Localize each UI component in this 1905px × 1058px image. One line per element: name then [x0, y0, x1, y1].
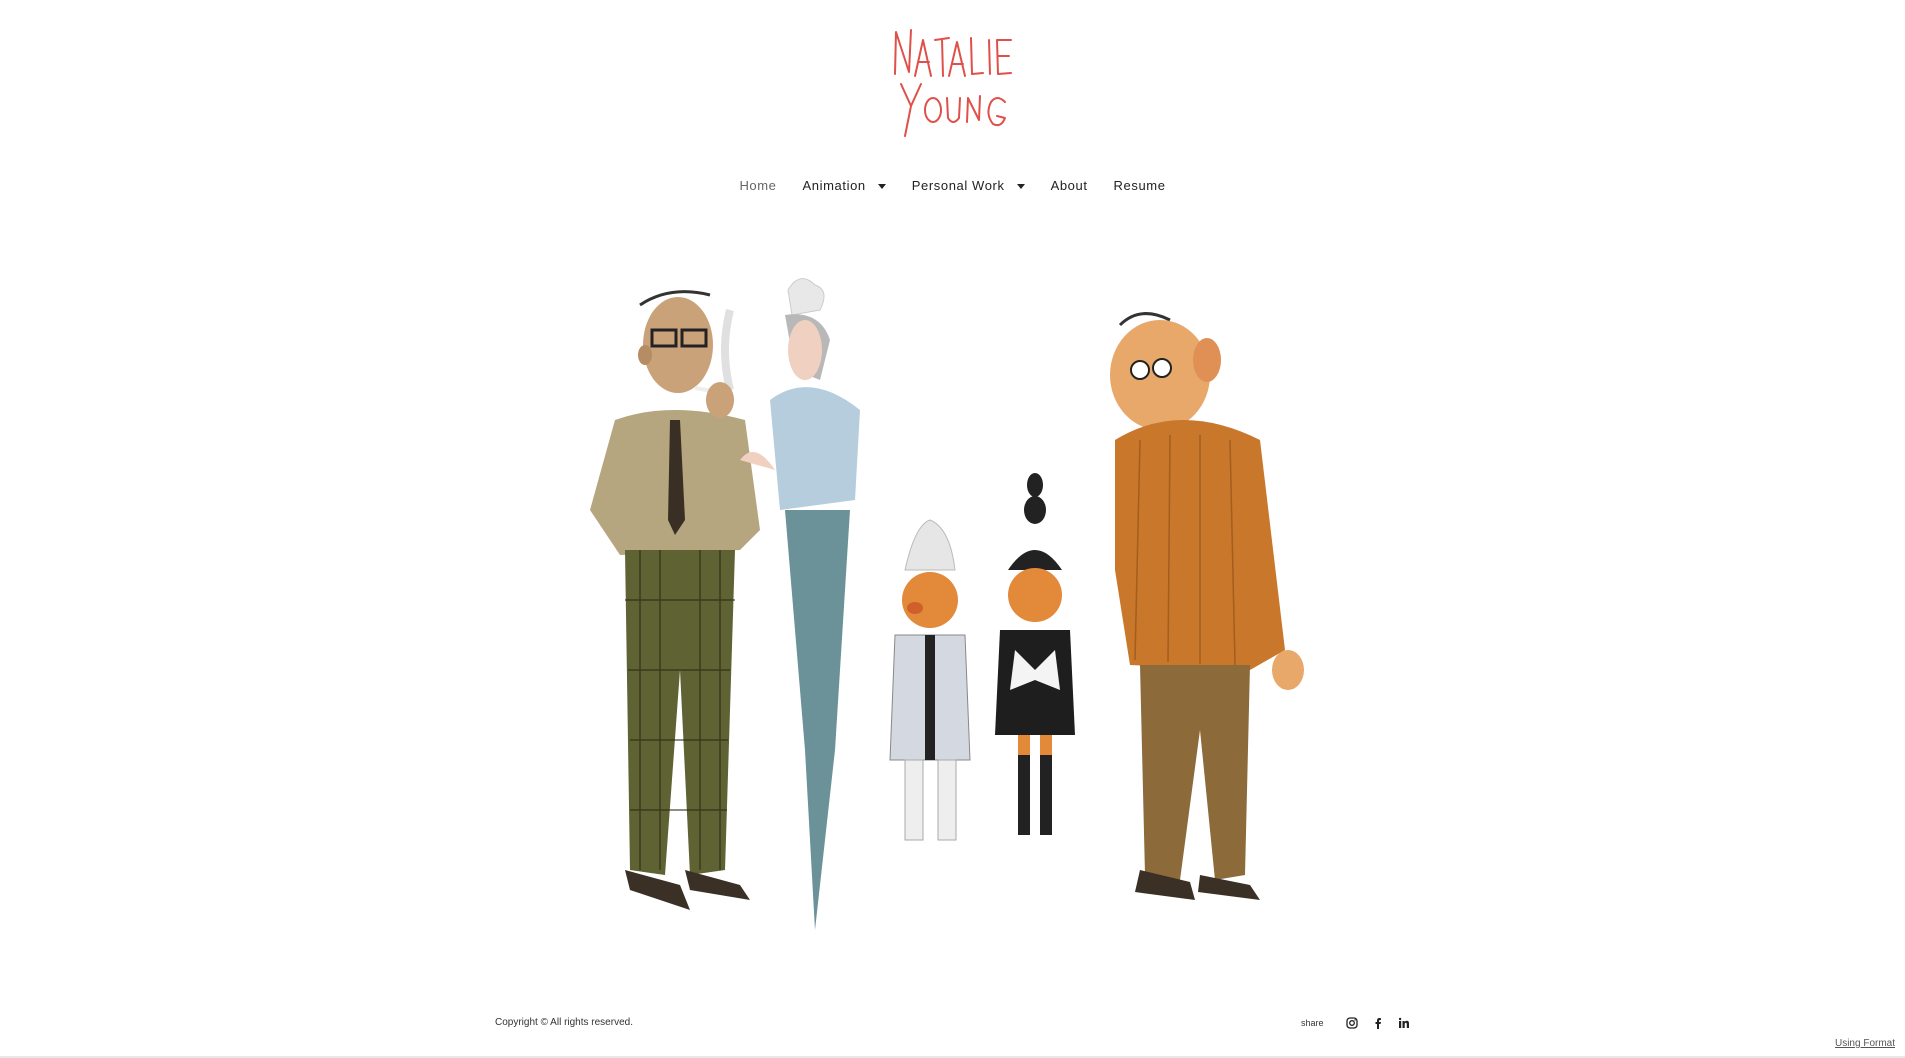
man-in-orange-sweater-figure — [1110, 312, 1304, 900]
woman-with-grey-hair-figure — [740, 278, 860, 930]
child-in-white-coat-figure — [889, 519, 971, 841]
using-format-link[interactable]: Using Format — [1835, 1038, 1895, 1049]
copyright-text: Copyright © All rights reserved. — [495, 1017, 633, 1028]
nav-home-label: Home — [739, 178, 777, 193]
nav-animation-label: Animation — [802, 178, 866, 193]
share-bar: share — [1301, 1017, 1410, 1029]
nav-animation[interactable]: Animation — [790, 178, 899, 193]
logo-link[interactable] — [0, 18, 1905, 148]
nav-personal-work[interactable]: Personal Work — [899, 178, 1038, 193]
site-logo — [893, 29, 1012, 137]
nav-about[interactable]: About — [1038, 178, 1101, 193]
share-label: share — [1301, 1018, 1324, 1028]
child-in-black-dress-figure — [995, 473, 1075, 835]
nav-about-label: About — [1050, 178, 1088, 193]
nav-resume-label: Resume — [1113, 178, 1166, 193]
instagram-icon[interactable] — [1345, 1017, 1358, 1029]
nav-resume[interactable]: Resume — [1101, 178, 1179, 193]
linkedin-icon[interactable] — [1398, 1017, 1410, 1029]
family-illustration — [590, 278, 1304, 930]
main-nav: Home Animation Personal Work About Resum… — [0, 178, 1905, 193]
nav-home[interactable]: Home — [726, 178, 789, 193]
man-with-glasses-figure — [590, 290, 760, 910]
chevron-down-icon — [877, 183, 886, 189]
chevron-down-icon — [1016, 183, 1025, 189]
nav-personal-work-label: Personal Work — [911, 178, 1005, 193]
facebook-icon[interactable] — [1372, 1017, 1384, 1029]
